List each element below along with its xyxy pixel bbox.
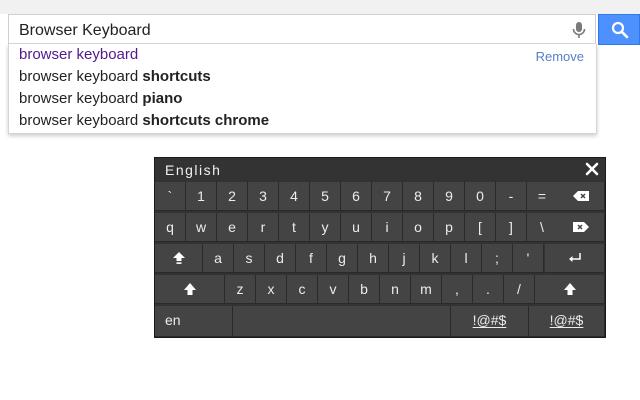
suggestion-prefix: browser keyboard [19, 90, 143, 107]
key-row1-8[interactable]: 8 [403, 182, 434, 211]
suggestion-prefix: browser keyboard [19, 46, 139, 63]
shift-icon [563, 283, 576, 296]
key-row1-0[interactable]: ` [155, 182, 186, 211]
key-row4-4[interactable]: b [349, 275, 380, 304]
backspace-key[interactable] [557, 182, 605, 211]
backspace-icon [572, 191, 589, 202]
language-switch-key[interactable]: en [155, 306, 233, 337]
close-icon[interactable] [585, 162, 599, 176]
key-row3-4[interactable]: g [327, 244, 358, 273]
shift-left-key[interactable] [155, 275, 225, 304]
virtual-keyboard: English ` 1 2 3 4 5 6 7 8 9 0- = q w e r t y u i o p[] \ [154, 157, 606, 338]
top-bar [0, 0, 640, 14]
key-row2-8[interactable]: o [403, 213, 434, 242]
suggestions-dropdown: browser keyboard Remove browser keyboard… [8, 44, 597, 134]
search-button[interactable] [598, 14, 640, 45]
key-row2-5[interactable]: y [310, 213, 341, 242]
key-row4-8[interactable]: . [473, 275, 504, 304]
space-key[interactable] [233, 306, 451, 337]
key-row1-12[interactable]: = [527, 182, 558, 211]
remove-link[interactable]: Remove [536, 46, 584, 68]
caps-lock-key[interactable] [155, 244, 203, 273]
key-row2-7[interactable]: i [372, 213, 403, 242]
key-row3-6[interactable]: j [389, 244, 420, 273]
key-row1-2[interactable]: 2 [217, 182, 248, 211]
key-row2-10[interactable]: [ [465, 213, 496, 242]
microphone-icon[interactable] [569, 20, 589, 40]
key-row2-1[interactable]: w [186, 213, 217, 242]
key-row1-6[interactable]: 6 [341, 182, 372, 211]
key-row3-7[interactable]: k [420, 244, 451, 273]
key-row4-2[interactable]: c [287, 275, 318, 304]
key-row4-5[interactable]: n [380, 275, 411, 304]
suggestion-completion: shortcuts chrome [142, 112, 270, 129]
key-row4-0[interactable]: z [225, 275, 256, 304]
key-row3-5[interactable]: h [358, 244, 389, 273]
key-row3-2[interactable]: d [265, 244, 296, 273]
suggestion-item[interactable]: browser keyboard piano [19, 88, 182, 110]
key-row3-3[interactable]: f [296, 244, 327, 273]
key-row2-12[interactable]: \ [527, 213, 558, 242]
suggestion-completion: piano [142, 90, 183, 107]
key-row2-3[interactable]: r [248, 213, 279, 242]
key-row4-9[interactable]: / [504, 275, 535, 304]
key-row3-0[interactable]: a [203, 244, 234, 273]
tab-icon [572, 222, 589, 233]
key-row1-11[interactable]: - [496, 182, 527, 211]
key-row1-9[interactable]: 9 [434, 182, 465, 211]
tab-key[interactable] [557, 213, 605, 242]
key-row3-1[interactable]: s [234, 244, 265, 273]
key-row3-9[interactable]: ; [482, 244, 513, 273]
symbols-key-left[interactable]: !@#$ [451, 306, 529, 337]
search-box[interactable] [8, 14, 596, 44]
keyboard-header: English [155, 158, 605, 182]
key-row1-5[interactable]: 5 [310, 182, 341, 211]
search-icon [611, 21, 629, 39]
symbols-key-right[interactable]: !@#$ [529, 306, 605, 337]
key-row4-3[interactable]: v [318, 275, 349, 304]
suggestion-item[interactable]: browser keyboard [19, 44, 138, 66]
key-row1-3[interactable]: 3 [248, 182, 279, 211]
key-row4-7[interactable]: , [442, 275, 473, 304]
suggestion-completion: shortcuts [142, 68, 211, 85]
key-row2-4[interactable]: t [279, 213, 310, 242]
key-row2-9[interactable]: p [434, 213, 465, 242]
key-row2-11[interactable]: ] [496, 213, 527, 242]
suggestion-item[interactable]: browser keyboard shortcuts [19, 66, 211, 88]
key-row2-6[interactable]: u [341, 213, 372, 242]
key-row2-0[interactable]: q [155, 213, 186, 242]
key-row3-10[interactable]: ' [513, 244, 544, 273]
suggestion-prefix: browser keyboard [19, 112, 143, 129]
key-row4-6[interactable]: m [411, 275, 442, 304]
shift-right-key[interactable] [535, 275, 605, 304]
keyboard-language-label: English [165, 162, 222, 178]
suggestion-prefix: browser keyboard [19, 68, 143, 85]
key-row1-10[interactable]: 0 [465, 182, 496, 211]
search-input[interactable] [19, 21, 559, 41]
enter-key[interactable] [545, 244, 605, 273]
key-row3-8[interactable]: l [451, 244, 482, 273]
key-row1-1[interactable]: 1 [186, 182, 217, 211]
enter-icon [568, 253, 581, 263]
key-row2-2[interactable]: e [217, 213, 248, 242]
suggestion-item[interactable]: browser keyboard shortcuts chrome [19, 110, 269, 132]
key-row1-4[interactable]: 4 [279, 182, 310, 211]
key-row1-7[interactable]: 7 [372, 182, 403, 211]
caps-lock-icon [172, 252, 185, 265]
key-row4-1[interactable]: x [256, 275, 287, 304]
shift-icon [183, 283, 196, 296]
